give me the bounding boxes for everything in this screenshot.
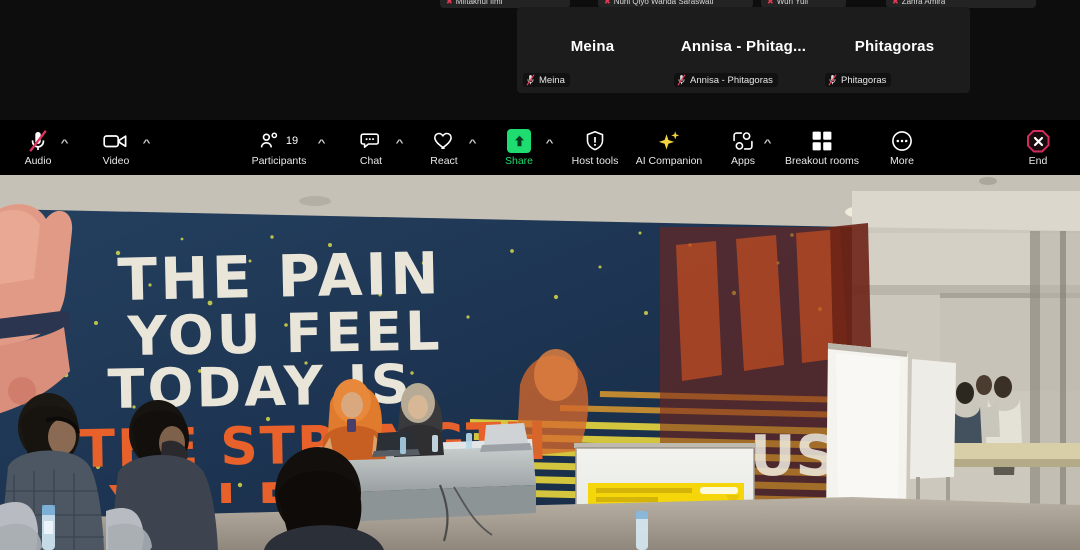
slide-header-subtext	[596, 497, 658, 502]
toolbar-label-video: Video	[102, 155, 130, 167]
slide-header-text	[596, 488, 692, 493]
toolbar-button-host-tools[interactable]: Host tools	[563, 120, 627, 175]
toolbar-label-end: End	[1028, 155, 1048, 167]
chevron-up-icon-share[interactable]: ^	[546, 138, 554, 148]
toolbar-label-host-tools: Host tools	[571, 155, 619, 167]
filmstrip-visible-row: Meina Meina Annisa - Phitag... Annisa - …	[517, 7, 970, 93]
zoom-meeting-window: ✖ Miftakhul Ilmi ✖ Nuril Qiyo Wanda Sara…	[0, 0, 1080, 550]
chevron-up-icon-chat[interactable]: ^	[396, 138, 404, 148]
grid-squares-icon	[811, 128, 833, 154]
toolbar-button-chat[interactable]: Chat	[347, 120, 395, 175]
participant-filmstrip: ✖ Miftakhul Ilmi ✖ Nuril Qiyo Wanda Sara…	[0, 0, 1080, 120]
participant-tile-annisa[interactable]: Annisa - Phitag... Annisa - Phitagoras	[668, 7, 819, 93]
toolbar-label-more: More	[890, 155, 914, 167]
toolbar-button-participants[interactable]: 19 Participants	[242, 120, 316, 175]
participants-count: 19	[285, 135, 299, 147]
microphone-muted-icon	[526, 74, 535, 86]
chevron-up-icon-audio[interactable]: ^	[61, 138, 69, 148]
participant-name-badge: Meina	[523, 73, 570, 87]
toolbar-label-audio: Audio	[24, 155, 52, 167]
mural-word-us: US	[750, 424, 836, 489]
toolbar-button-ai-companion[interactable]: AI Companion	[627, 120, 711, 175]
microphone-muted-icon: ✖	[892, 0, 899, 6]
sparkle-icon	[656, 128, 682, 154]
participant-corner-name: Meina	[539, 74, 565, 86]
conference-room-scene: THE PAIN YOU FEEL TODAY IS THE STRENGTH …	[0, 175, 1080, 550]
participant-name: Miftakhul Ilmi	[455, 0, 503, 6]
toolbar-button-more[interactable]: More	[878, 120, 926, 175]
participant-name-badge: Phitagoras	[825, 73, 892, 87]
share-up-arrow-icon	[507, 129, 531, 153]
toolbar-label-ai-companion: AI Companion	[635, 155, 703, 167]
toolbar-button-apps[interactable]: Apps	[719, 120, 767, 175]
toolbar-label-breakout-rooms: Breakout rooms	[784, 155, 860, 167]
toolbar-button-audio[interactable]: Audio	[14, 120, 62, 175]
microphone-muted-icon: ✖	[604, 0, 611, 6]
toolbar-button-react[interactable]: React	[420, 120, 468, 175]
chat-bubble-icon	[360, 128, 382, 154]
heart-icon	[432, 128, 456, 154]
toolbar-label-apps: Apps	[731, 155, 755, 167]
chevron-up-icon-react[interactable]: ^	[469, 138, 477, 148]
microphone-muted-icon	[677, 74, 686, 86]
participant-name: Nuril Qiyo Wanda Saraswati	[613, 0, 714, 6]
camera-icon	[103, 128, 129, 154]
people-icon	[260, 132, 278, 148]
apps-icon	[731, 128, 755, 154]
end-call-x-icon	[1026, 129, 1050, 153]
toolbar-label-participants: Participants	[251, 155, 307, 167]
participant-tile-meina[interactable]: Meina Meina	[517, 7, 668, 93]
chevron-up-icon-video[interactable]: ^	[143, 138, 151, 148]
toolbar-button-share[interactable]: Share	[495, 120, 543, 175]
toolbar-button-video[interactable]: Video	[92, 120, 140, 175]
microphone-muted-icon	[27, 128, 49, 154]
toolbar-label-react: React	[430, 155, 458, 167]
participant-corner-name: Phitagoras	[841, 74, 887, 86]
microphone-muted-icon: ✖	[446, 0, 453, 6]
toolbar-label-share: Share	[504, 155, 534, 167]
ellipsis-circle-icon	[891, 128, 913, 154]
participant-name-badge: Annisa - Phitagoras	[674, 73, 778, 87]
chevron-up-icon-apps[interactable]: ^	[764, 138, 772, 148]
participant-corner-name: Annisa - Phitagoras	[690, 74, 773, 86]
chevron-up-icon-participants[interactable]: ^	[318, 138, 326, 148]
participant-name: Zahra Amira	[901, 0, 946, 6]
microphone-muted-icon	[828, 74, 837, 86]
microphone-muted-icon: ✖	[767, 0, 774, 6]
meeting-toolbar: Audio ^ Video ^ 19 Participants ^ Chat ^…	[0, 120, 1080, 175]
toolbar-button-end[interactable]: End	[1014, 120, 1062, 175]
participant-tile-phitagoras[interactable]: Phitagoras Phitagoras	[819, 7, 970, 93]
toolbar-label-chat: Chat	[359, 155, 383, 167]
participant-display-name: Phitagoras	[854, 38, 935, 55]
toolbar-button-breakout-rooms[interactable]: Breakout rooms	[776, 120, 868, 175]
participant-name: Wuri Yuli	[776, 0, 808, 6]
participant-display-name: Meina	[570, 38, 615, 55]
shield-icon	[585, 128, 605, 154]
participant-display-name: Annisa - Phitag...	[680, 38, 807, 55]
main-video-feed[interactable]: THE PAIN YOU FEEL TODAY IS THE STRENGTH …	[0, 175, 1080, 550]
